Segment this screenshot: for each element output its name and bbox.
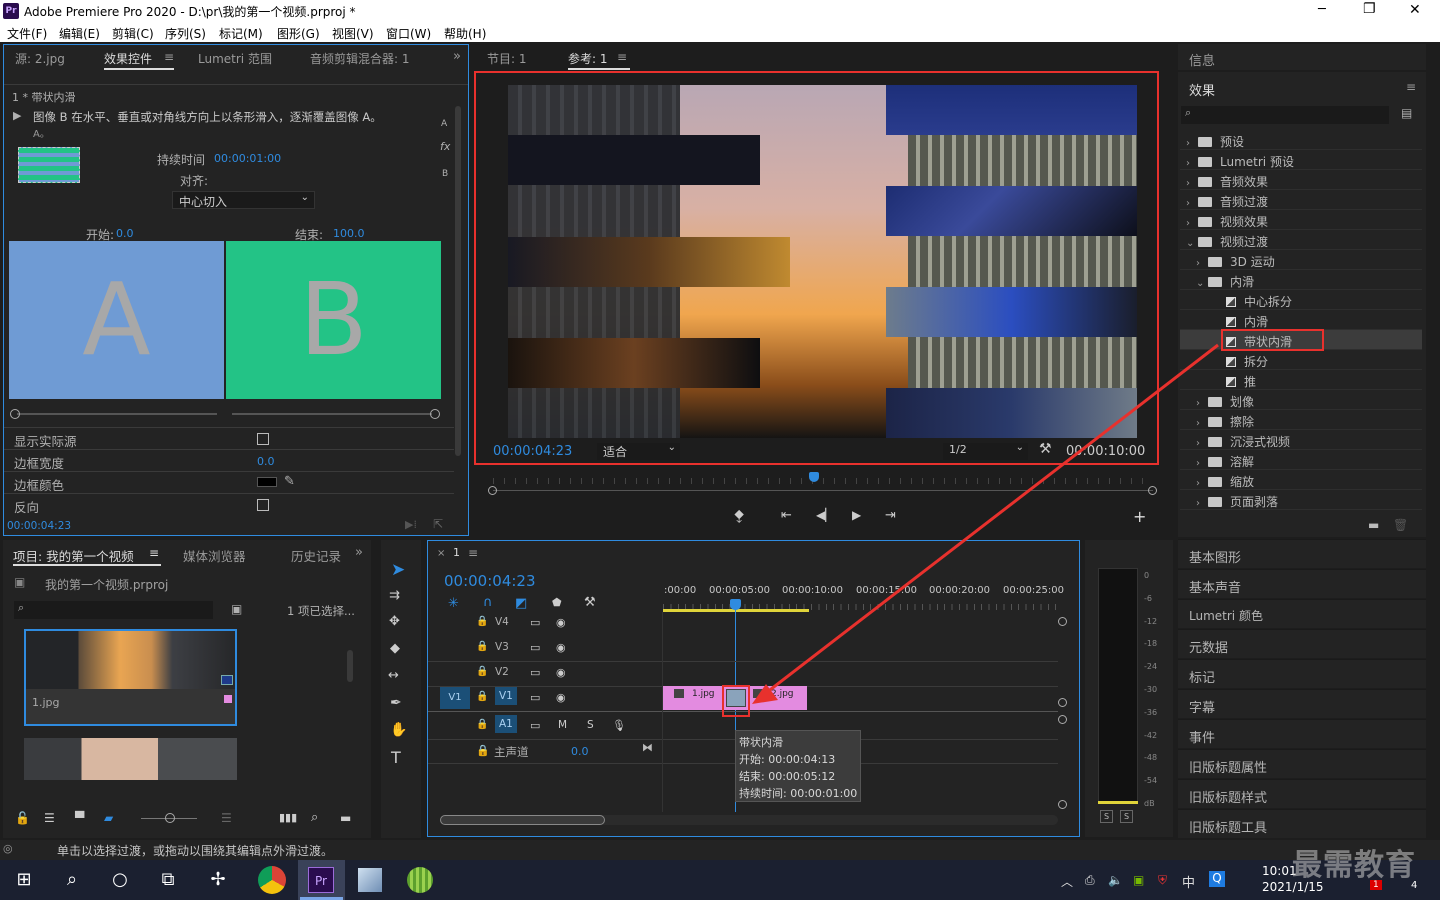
windows-start-icon[interactable]: ⊞ [10,866,38,894]
annotation-arrow [752,343,1219,704]
pinwheel-app-icon[interactable]: ✢ [204,866,232,894]
watermark-logo: 最需教育 [1292,848,1416,883]
tray-volume-icon[interactable]: 🔈 [1108,873,1123,887]
search-icon[interactable]: ⌕ [58,866,86,894]
melon-app-icon[interactable] [407,867,433,893]
arrow-shaft [761,343,1219,698]
tray-qq-icon[interactable]: Q [1209,871,1225,887]
task-view-icon[interactable]: ⧉ [154,866,182,894]
notes-app-icon[interactable] [358,868,382,892]
status-icon: ◎ [3,842,13,855]
tray-security-icon[interactable]: ⛨ [1158,873,1167,888]
chrome-icon[interactable] [258,866,286,894]
tray-chevron-icon[interactable]: ︿ [1061,873,1073,890]
cortana-icon[interactable]: ○ [106,866,134,894]
tray-network-icon[interactable]: ⎙ [1085,873,1095,888]
tray-ime-icon[interactable]: 中 [1182,872,1195,891]
premiere-taskbar-icon[interactable]: Pr [308,867,334,893]
status-text: 单击以选择过渡，或拖动以围绕其编辑点外滑过渡。 [57,844,334,858]
tray-nvidia-icon[interactable]: ▣ [1133,873,1144,887]
